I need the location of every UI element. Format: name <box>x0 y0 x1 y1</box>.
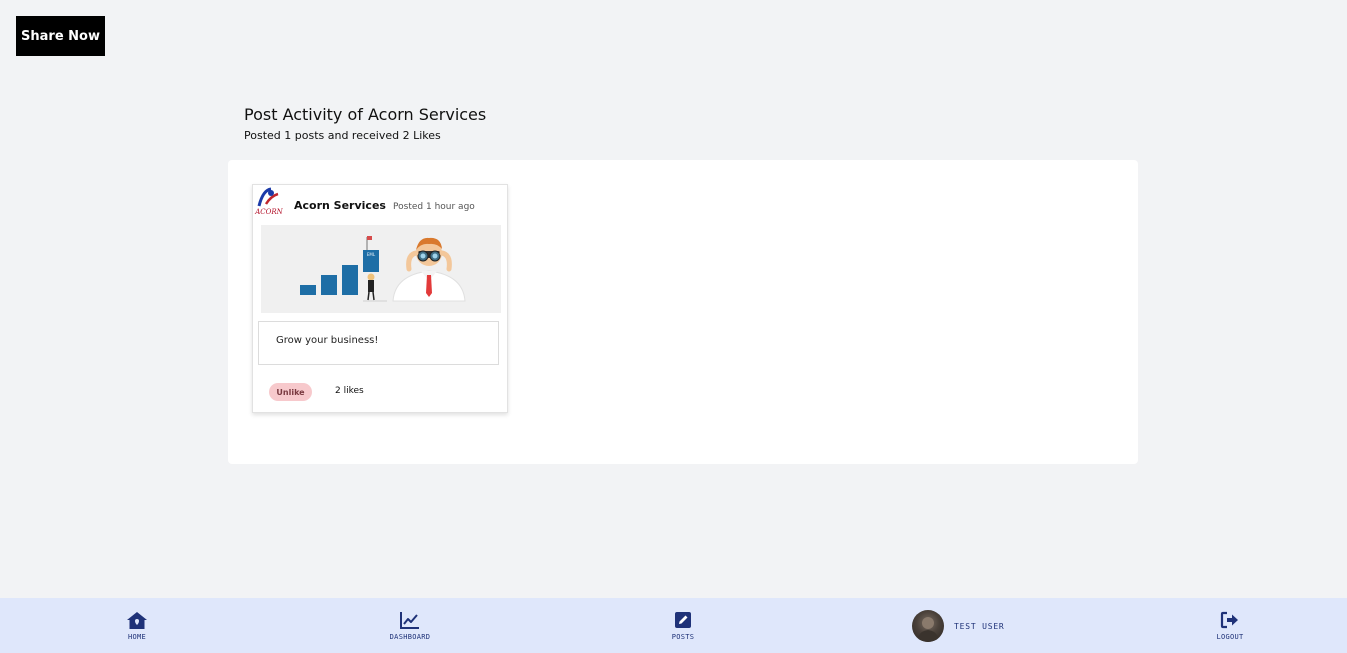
unlike-button[interactable]: Unlike <box>269 383 312 401</box>
post-header: Acorn Services Posted 1 hour ago <box>294 194 475 213</box>
growth-bar <box>321 275 337 295</box>
user-name: TEST USER <box>954 621 1005 631</box>
user-avatar <box>912 610 944 642</box>
bottom-navigation: HOME DASHBOARD POSTS TEST USER LOGOUT <box>0 598 1347 653</box>
nav-home[interactable]: HOME <box>116 598 158 653</box>
post-image: EML <box>261 225 501 313</box>
nav-posts-label: POSTS <box>671 633 695 641</box>
post-author[interactable]: Acorn Services <box>294 199 386 212</box>
nav-logout-label: LOGOUT <box>1216 633 1244 641</box>
post-timestamp: Posted 1 hour ago <box>393 202 475 212</box>
growth-bar <box>300 285 316 295</box>
share-now-button[interactable]: Share Now <box>16 16 105 56</box>
nav-home-label: HOME <box>127 633 147 641</box>
post-text: Grow your business! <box>276 335 379 346</box>
chart-line-icon <box>399 610 421 630</box>
post-content: Grow your business! <box>258 321 499 365</box>
activity-summary: Posted 1 posts and received 2 Likes <box>244 129 441 142</box>
post-card: ACORN Acorn Services Posted 1 hour ago E… <box>252 184 508 413</box>
businessman-with-binoculars <box>392 237 466 302</box>
avatar-logo-text: ACORN <box>254 208 283 216</box>
logout-icon <box>1219 610 1241 630</box>
nav-dashboard-label: DASHBOARD <box>389 633 431 641</box>
author-avatar: ACORN <box>254 186 284 216</box>
page-title: Post Activity of Acorn Services <box>244 105 487 124</box>
growth-bar <box>342 265 358 295</box>
climbing-person <box>367 273 375 281</box>
posts-panel: ACORN Acorn Services Posted 1 hour ago E… <box>228 160 1138 464</box>
bar-label: EML <box>367 252 376 257</box>
likes-count: 2 likes <box>335 386 364 396</box>
edit-icon <box>672 610 694 630</box>
nav-user[interactable]: TEST USER <box>912 610 1005 642</box>
nav-posts[interactable]: POSTS <box>664 598 702 653</box>
nav-dashboard[interactable]: DASHBOARD <box>384 598 436 653</box>
nav-logout[interactable]: LOGOUT <box>1210 598 1250 653</box>
business-growth-illustration: EML <box>300 236 466 302</box>
home-icon <box>126 610 148 630</box>
